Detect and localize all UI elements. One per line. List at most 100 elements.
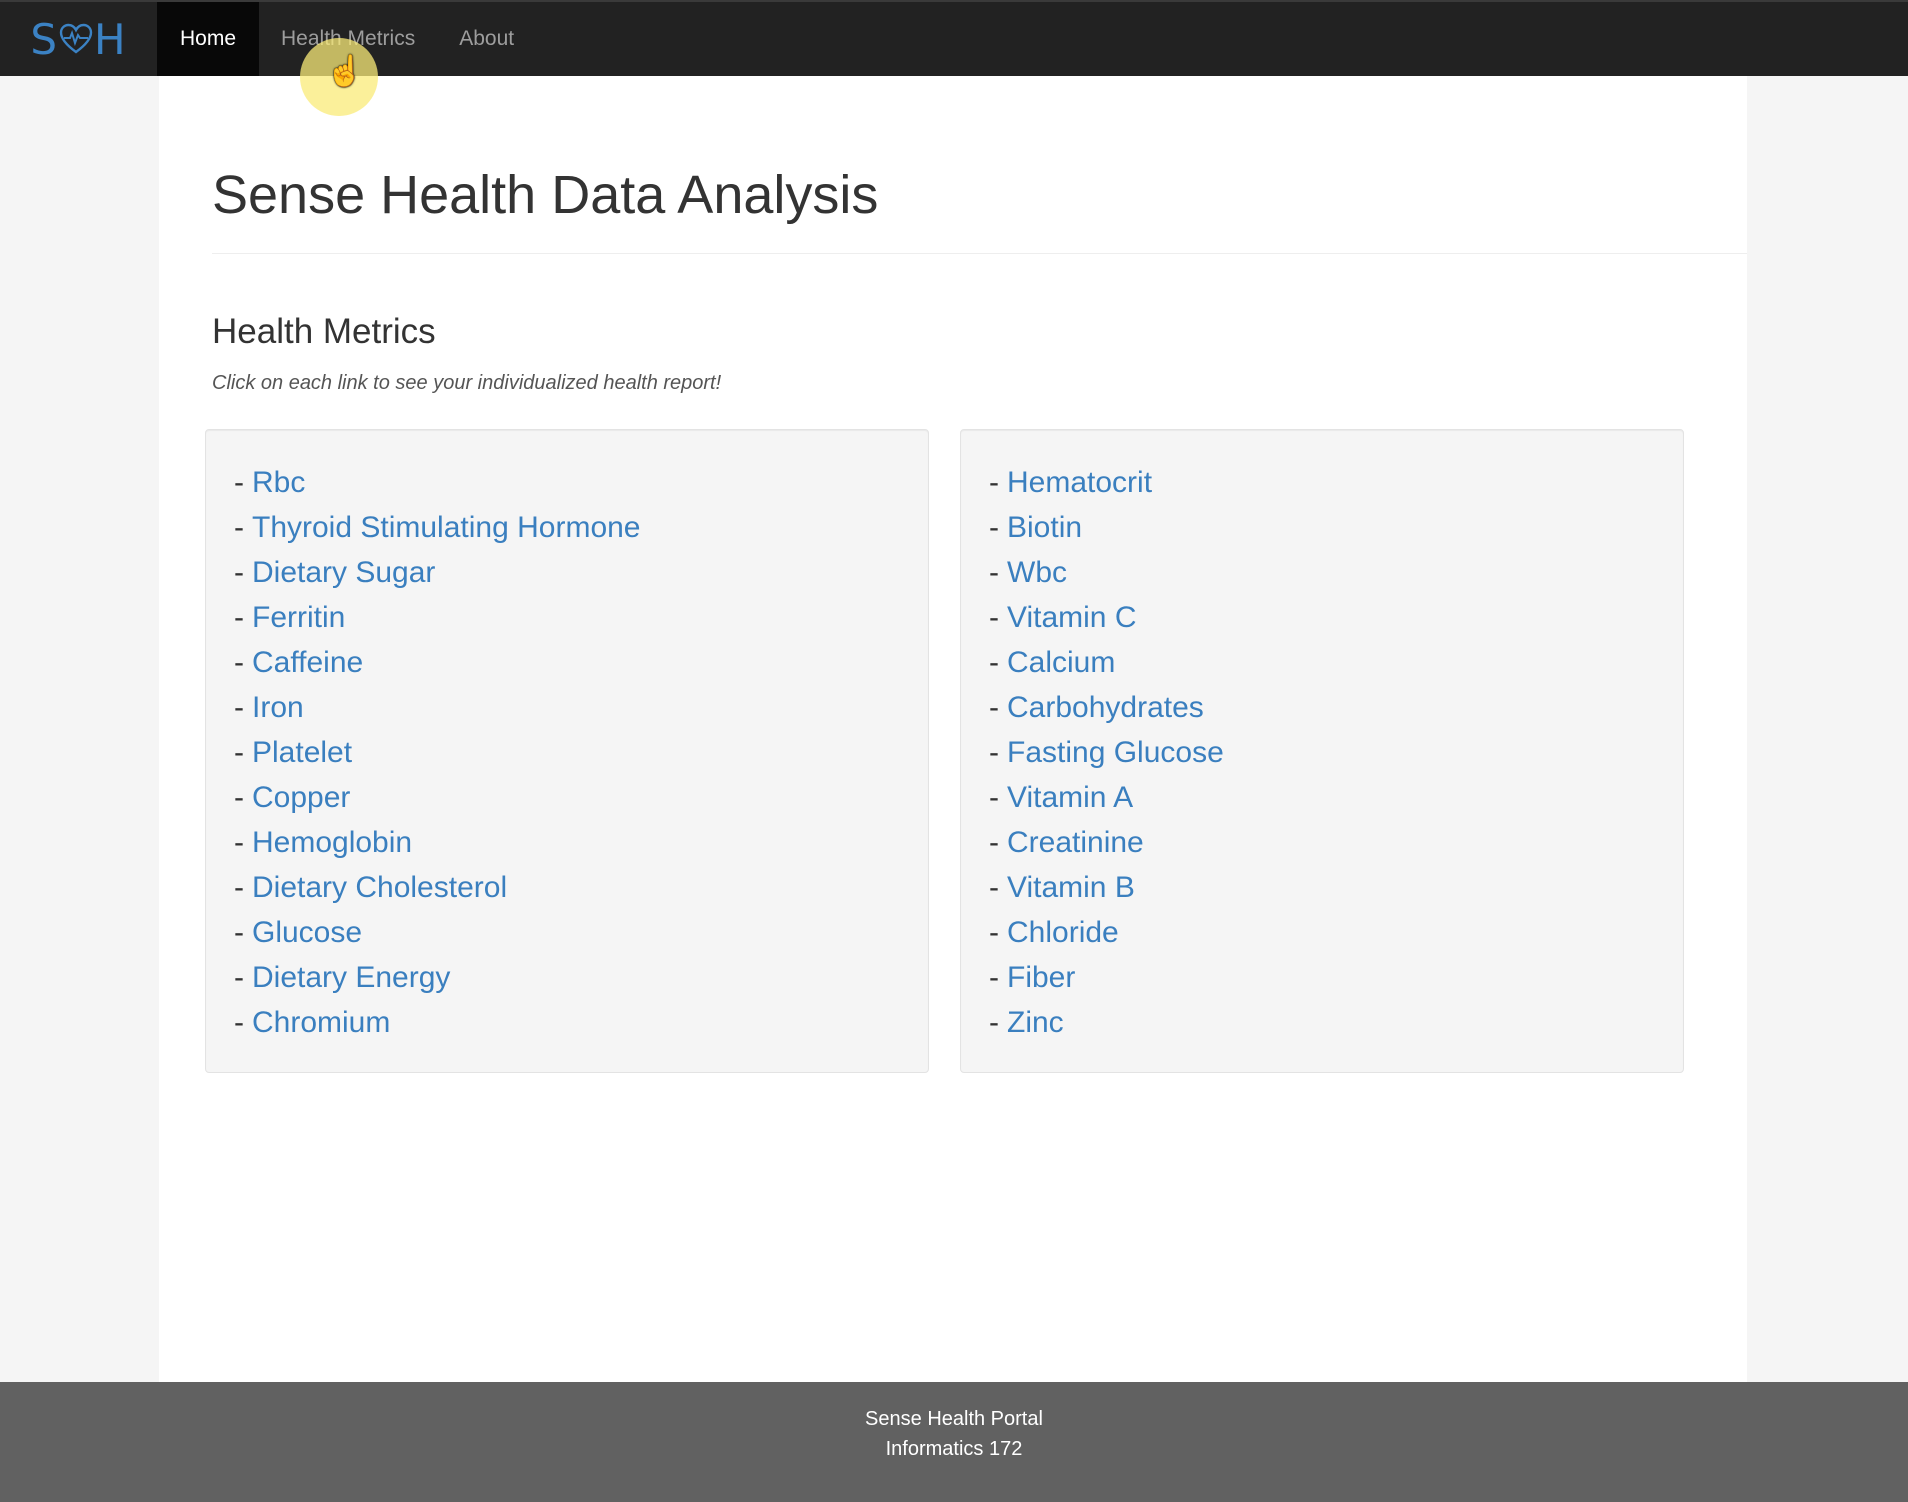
- metric-dash: -: [989, 826, 999, 859]
- metric-item: - Fasting Glucose: [989, 730, 1683, 775]
- metric-link[interactable]: Carbohydrates: [1007, 691, 1204, 724]
- metric-item: - Thyroid Stimulating Hormone: [234, 505, 928, 550]
- brand-logo[interactable]: S H: [0, 2, 157, 76]
- metric-link[interactable]: Vitamin B: [1007, 871, 1135, 904]
- metric-link[interactable]: Dietary Cholesterol: [252, 871, 507, 904]
- page-title: Sense Health Data Analysis: [212, 165, 879, 225]
- metric-link[interactable]: Dietary Sugar: [252, 556, 435, 589]
- metric-link[interactable]: Glucose: [252, 916, 362, 949]
- metric-link[interactable]: Biotin: [1007, 511, 1082, 544]
- metric-item: - Rbc: [234, 460, 928, 505]
- metric-item: - Fiber: [989, 955, 1683, 1000]
- metric-item: - Vitamin A: [989, 775, 1683, 820]
- metric-link[interactable]: Fasting Glucose: [1007, 736, 1224, 769]
- metric-dash: -: [234, 871, 244, 904]
- metric-item: - Iron: [234, 685, 928, 730]
- brand-logo-text: S H: [30, 15, 126, 64]
- metric-item: - Zinc: [989, 1000, 1683, 1045]
- metric-item: - Biotin: [989, 505, 1683, 550]
- metric-link[interactable]: Vitamin C: [1007, 601, 1137, 634]
- nav-home[interactable]: Home: [157, 2, 259, 76]
- nav-health-metrics[interactable]: Health Metrics: [259, 2, 437, 76]
- metric-link[interactable]: Calcium: [1007, 646, 1115, 679]
- metric-item: - Wbc: [989, 550, 1683, 595]
- metric-dash: -: [989, 781, 999, 814]
- heart-pulse-icon: [59, 23, 93, 54]
- metric-dash: -: [989, 916, 999, 949]
- brand-prefix: S: [30, 14, 59, 64]
- top-navbar: S H Home Health Metrics About: [0, 0, 1908, 76]
- metrics-panel-left: - Rbc - Thyroid Stimulating Hormone - Dietary…: [205, 429, 929, 1073]
- metric-item: - Caffeine: [234, 640, 928, 685]
- metric-item: - Vitamin C: [989, 595, 1683, 640]
- metric-item: - Vitamin B: [989, 865, 1683, 910]
- metric-item: - Dietary Cholesterol: [234, 865, 928, 910]
- metric-dash: -: [234, 736, 244, 769]
- page: S H Home Health Metrics About Sense Heal…: [0, 0, 1908, 1502]
- metric-dash: -: [989, 961, 999, 994]
- metric-dash: -: [234, 826, 244, 859]
- metric-dash: -: [234, 511, 244, 544]
- metric-item: - Chloride: [989, 910, 1683, 955]
- nav-about[interactable]: About: [437, 2, 536, 76]
- metric-item: - Carbohydrates: [989, 685, 1683, 730]
- section-subtitle: Click on each link to see your individua…: [212, 372, 722, 394]
- metric-item: - Dietary Sugar: [234, 550, 928, 595]
- metric-dash: -: [989, 511, 999, 544]
- metrics-list-left: - Rbc - Thyroid Stimulating Hormone - Dietary…: [206, 430, 928, 1045]
- metric-link[interactable]: Vitamin A: [1007, 781, 1133, 814]
- metric-dash: -: [989, 601, 999, 634]
- metric-dash: -: [234, 1006, 244, 1039]
- section-heading: Health Metrics: [212, 312, 436, 351]
- metric-link[interactable]: Creatinine: [1007, 826, 1144, 859]
- metric-item: - Ferritin: [234, 595, 928, 640]
- footer-subtitle: Informatics 172: [885, 1438, 1023, 1460]
- metric-dash: -: [234, 691, 244, 724]
- metric-link[interactable]: Hematocrit: [1007, 466, 1152, 499]
- metric-link[interactable]: Iron: [252, 691, 304, 724]
- metrics-panel-right: - Hematocrit - Biotin - Wbc - Vitamin C - Calcium…: [960, 429, 1684, 1073]
- metric-dash: -: [989, 871, 999, 904]
- metric-link[interactable]: Rbc: [252, 466, 305, 499]
- metric-link[interactable]: Ferritin: [252, 601, 345, 634]
- metric-link[interactable]: Caffeine: [252, 646, 363, 679]
- metric-dash: -: [989, 736, 999, 769]
- metric-dash: -: [989, 556, 999, 589]
- metric-link[interactable]: Hemoglobin: [252, 826, 412, 859]
- metric-dash: -: [234, 556, 244, 589]
- footer: Sense Health Portal Informatics 172: [0, 1382, 1908, 1502]
- metric-dash: -: [989, 691, 999, 724]
- metric-dash: -: [234, 646, 244, 679]
- metric-dash: -: [234, 781, 244, 814]
- metric-link[interactable]: Dietary Energy: [252, 961, 450, 994]
- metric-item: - Copper: [234, 775, 928, 820]
- metric-link[interactable]: Fiber: [1007, 961, 1075, 994]
- metric-dash: -: [989, 466, 999, 499]
- metric-link[interactable]: Copper: [252, 781, 350, 814]
- metric-item: - Dietary Energy: [234, 955, 928, 1000]
- brand-suffix: H: [94, 14, 127, 64]
- metric-item: - Glucose: [234, 910, 928, 955]
- metric-dash: -: [989, 646, 999, 679]
- metric-link[interactable]: Chloride: [1007, 916, 1119, 949]
- metric-item: - Hematocrit: [989, 460, 1683, 505]
- footer-title: Sense Health Portal: [865, 1408, 1043, 1430]
- metric-item: - Hemoglobin: [234, 820, 928, 865]
- metric-item: - Creatinine: [989, 820, 1683, 865]
- metric-item: - Chromium: [234, 1000, 928, 1045]
- metric-link[interactable]: Chromium: [252, 1006, 390, 1039]
- metric-dash: -: [234, 916, 244, 949]
- metric-link[interactable]: Zinc: [1007, 1006, 1064, 1039]
- metric-link[interactable]: Platelet: [252, 736, 352, 769]
- metric-item: - Platelet: [234, 730, 928, 775]
- metric-item: - Calcium: [989, 640, 1683, 685]
- title-divider: [212, 253, 1747, 254]
- metrics-list-right: - Hematocrit - Biotin - Wbc - Vitamin C - Calcium…: [961, 430, 1683, 1045]
- metric-link[interactable]: Wbc: [1007, 556, 1067, 589]
- metric-link[interactable]: Thyroid Stimulating Hormone: [252, 511, 641, 544]
- main-container: Sense Health Data Analysis Health Metric…: [159, 76, 1747, 1382]
- metric-dash: -: [234, 961, 244, 994]
- metric-dash: -: [234, 601, 244, 634]
- metric-dash: -: [234, 466, 244, 499]
- metric-dash: -: [989, 1006, 999, 1039]
